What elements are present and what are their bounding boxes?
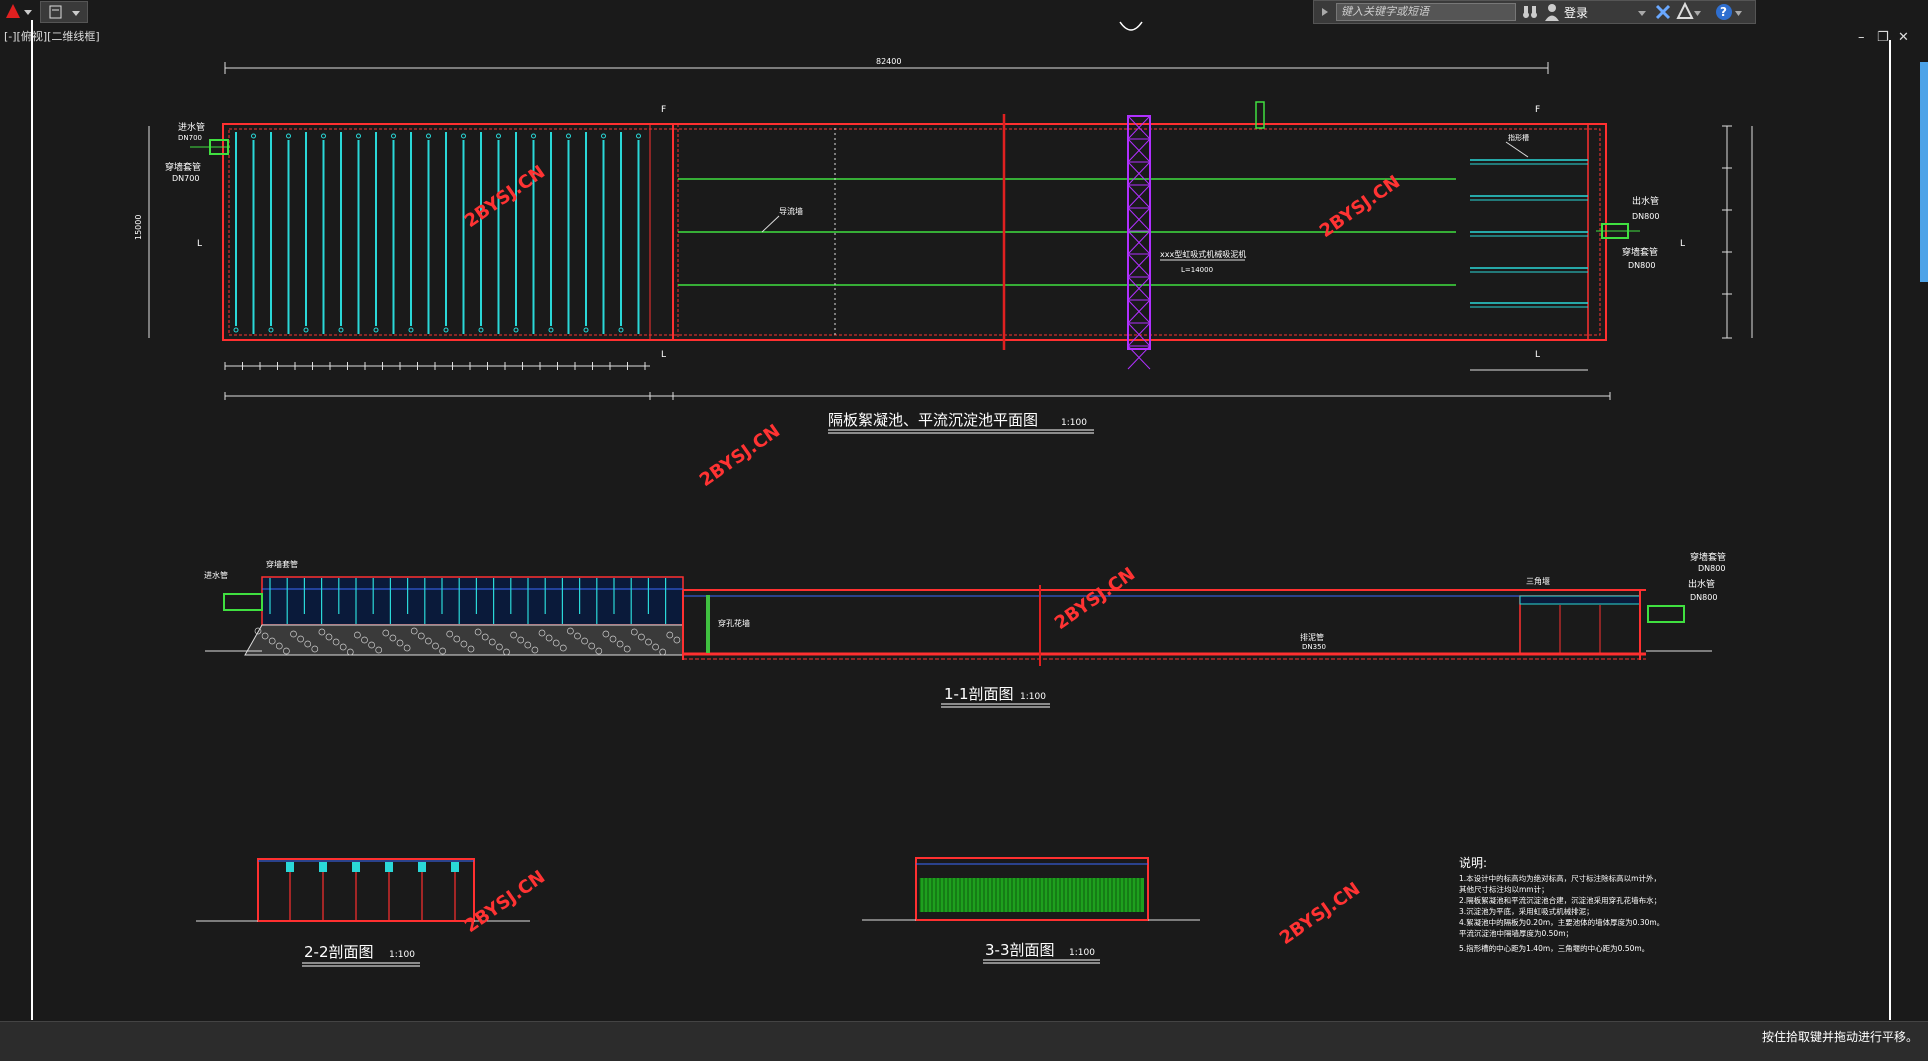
- weir-label: 指形槽: [1508, 133, 1529, 142]
- inlet-pipe-label: 进水管: [178, 121, 205, 133]
- baffle-end: [251, 133, 256, 139]
- plan-view: 82400 15000 F F L L L L 进水管 DN700 穿墙套管 D…: [134, 57, 1753, 434]
- s11-outsleeve-label: 穿墙套管: [1690, 551, 1726, 563]
- s11-sleeve-label: 穿墙套管: [266, 559, 298, 569]
- note-line: 1.本设计中的标高均为绝对标高，尺寸标注除标高以m计外，: [1459, 873, 1661, 883]
- note-line: 4.絮凝池中的隔板为0.20m，主要池体的墙体厚度为0.30m。: [1459, 917, 1664, 927]
- svg-text:L: L: [197, 239, 202, 249]
- outlet-dn-label: DN800: [1632, 212, 1659, 221]
- baffle-end: [583, 327, 589, 333]
- wall-sleeve-dn-label: DN700: [172, 174, 199, 183]
- baffle-end: [496, 133, 501, 139]
- section-trough: [352, 862, 360, 872]
- baffle-end: [601, 133, 606, 139]
- baffle-end: [461, 133, 466, 139]
- s11-weir-label: 三角堰: [1526, 576, 1550, 586]
- plan-scale: 1:100: [1061, 418, 1087, 428]
- svg-text:L: L: [661, 350, 666, 360]
- outlet-sleeve-dn-label: DN800: [1628, 261, 1655, 270]
- svg-text:F: F: [1535, 105, 1540, 115]
- baffle-end: [391, 133, 396, 139]
- drawing-canvas[interactable]: 82400 15000 F F L L L L 进水管 DN700 穿墙套管 D…: [0, 0, 1928, 1020]
- dredger-length-label: L=14000: [1181, 266, 1213, 274]
- design-notes: 说明: 1.本设计中的标高均为绝对标高，尺寸标注除标高以m计外， 其他尺寸标注均…: [1459, 855, 1664, 953]
- wall-sleeve-label: 穿墙套管: [165, 161, 201, 173]
- baffle-end: [373, 327, 379, 333]
- note-line: 3.沉淀池为平底，采用虹吸式机械排泥；: [1459, 906, 1594, 916]
- watermark: 2BYSJ.CN: [461, 162, 549, 233]
- baffle-end: [286, 133, 291, 139]
- status-message: 按住拾取键并拖动进行平移。: [1761, 1030, 1918, 1044]
- baffle-end: [566, 133, 571, 139]
- vertical-scrollbar[interactable]: [1920, 62, 1928, 282]
- section-3-3: 3-3剖面图 1:100: [862, 857, 1200, 964]
- baffle-end: [233, 327, 239, 333]
- section-1-1-scale: 1:100: [1020, 692, 1046, 702]
- watermarks: 2BYSJ.CN 2BYSJ.CN 2BYSJ.CN 2BYSJ.CN 2BYS…: [461, 162, 1404, 950]
- baffle-end: [268, 327, 274, 333]
- section-2-2-scale: 1:100: [389, 950, 415, 960]
- dim-width: 15000: [134, 215, 143, 240]
- dredger-label: xxx型虹吸式机械吸泥机: [1160, 249, 1246, 259]
- baffle-end: [531, 133, 536, 139]
- baffle-end: [426, 133, 431, 139]
- outlet-pipe-label: 出水管: [1632, 195, 1659, 207]
- inlet-dn-label: DN700: [178, 134, 202, 142]
- section-trough: [451, 862, 459, 872]
- baffle-end: [408, 327, 414, 333]
- baffle-end: [321, 133, 326, 139]
- section-trough: [385, 862, 393, 872]
- section-trough: [286, 862, 294, 872]
- baffle-end: [618, 327, 624, 333]
- svg-text:L: L: [1535, 350, 1540, 360]
- svg-text:F: F: [661, 105, 666, 115]
- section-3-3-scale: 1:100: [1069, 948, 1095, 958]
- svg-text:L: L: [1680, 239, 1685, 249]
- s11-sludge-label: 排泥管: [1300, 632, 1324, 642]
- dim-total: 82400: [876, 57, 901, 66]
- section-trough: [319, 862, 327, 872]
- baffle-end: [356, 133, 361, 139]
- section-2-2-title: 2-2剖面图: [304, 943, 374, 961]
- plan-title: 隔板絮凝池、平流沉淀池平面图: [828, 411, 1038, 429]
- s11-perforated-label: 穿孔花墙: [718, 618, 750, 628]
- section-3-3-title: 3-3剖面图: [985, 941, 1055, 959]
- baffle-end: [548, 327, 554, 333]
- watermark: 2BYSJ.CN: [696, 421, 784, 492]
- block-edge: [1119, 21, 1143, 31]
- note-line: 平流沉淀池中隔墙厚度为0.50m；: [1459, 928, 1573, 938]
- outlet-sleeve-label: 穿墙套管: [1622, 246, 1658, 258]
- section-1-1-title: 1-1剖面图: [944, 685, 1014, 703]
- baffle-end: [443, 327, 449, 333]
- s11-outlet-dn: DN800: [1690, 593, 1717, 602]
- baffle-end: [338, 327, 344, 333]
- guide-wall-label: 导流墙: [779, 206, 803, 216]
- s11-sludge-dn: DN350: [1302, 643, 1326, 651]
- s11-outsleeve-dn: DN800: [1698, 564, 1725, 573]
- notes-title: 说明:: [1459, 855, 1487, 870]
- section-1-1: 进水管 穿墙套管 穿孔花墙 排泥管 DN350 三角堰 穿墙套管 DN800 出…: [204, 551, 1726, 708]
- baffle-end: [636, 133, 641, 139]
- watermark: 2BYSJ.CN: [1051, 564, 1139, 635]
- note-line: 5.指形槽的中心距为1.40m，三角堰的中心距为0.50m。: [1459, 943, 1649, 953]
- baffle-end: [513, 327, 519, 333]
- status-bar: 按住拾取键并拖动进行平移。: [0, 1021, 1928, 1061]
- section-trough: [418, 862, 426, 872]
- note-line: 2.隔板絮凝池和平流沉淀池合建，沉淀池采用穿孔花墙布水；: [1459, 895, 1661, 905]
- watermark: 2BYSJ.CN: [1276, 879, 1364, 950]
- note-line: 其他尺寸标注均以mm计；: [1459, 884, 1549, 894]
- s11-inlet-label: 进水管: [204, 570, 228, 580]
- baffle-end: [303, 327, 309, 333]
- s11-outlet-label: 出水管: [1688, 578, 1715, 590]
- baffle-end: [478, 327, 484, 333]
